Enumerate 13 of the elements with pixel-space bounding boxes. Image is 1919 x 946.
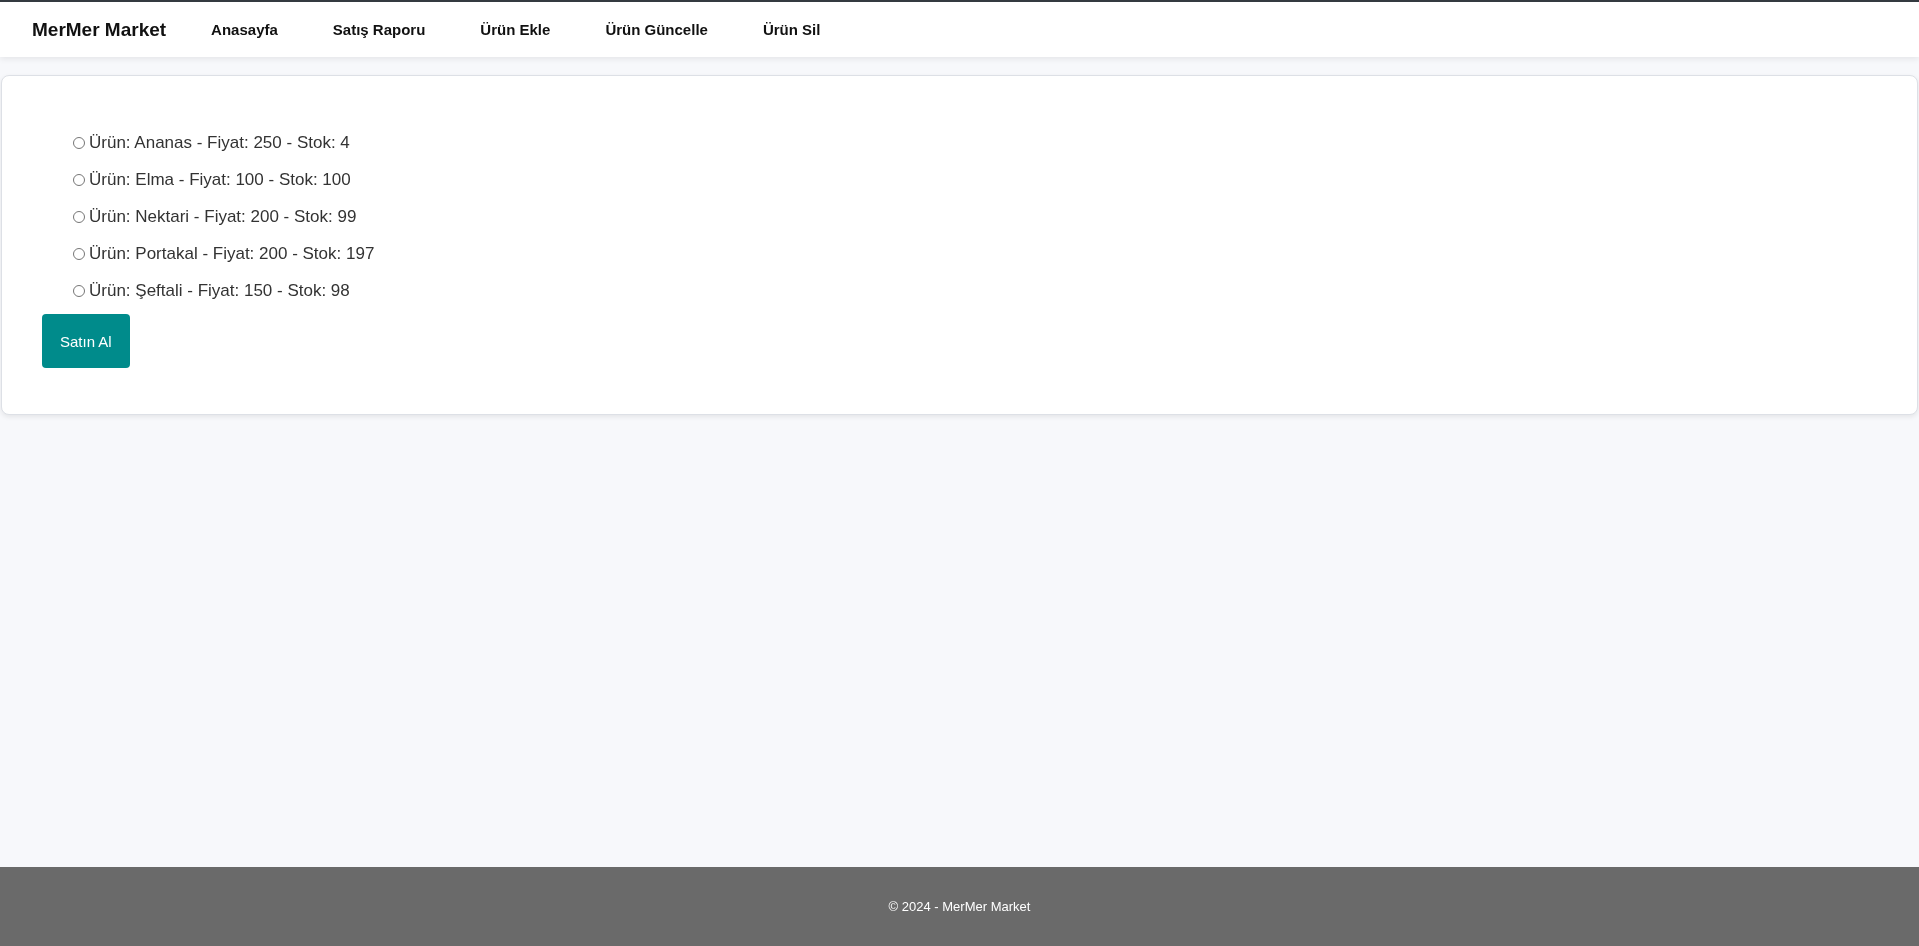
copyright-text: © 2024 - MerMer Market bbox=[888, 899, 1031, 914]
nav-link[interactable]: Ürün Sil bbox=[762, 21, 821, 38]
nav-link[interactable]: Ürün Ekle bbox=[480, 21, 551, 38]
nav-link[interactable]: Satış Raporu bbox=[332, 21, 426, 38]
brand-link[interactable]: MerMer Market bbox=[32, 18, 167, 41]
product-label[interactable]: Ürün: Şeftali - Fiyat: 150 - Stok: 98 bbox=[89, 280, 350, 301]
product-label[interactable]: Ürün: Ananas - Fiyat: 250 - Stok: 4 bbox=[89, 132, 350, 153]
nav-link[interactable]: Anasayfa bbox=[211, 21, 278, 38]
product-label[interactable]: Ürün: Portakal - Fiyat: 200 - Stok: 197 bbox=[89, 243, 375, 264]
nav-link[interactable]: Ürün Güncelle bbox=[605, 21, 708, 38]
buy-button[interactable]: Satın Al bbox=[42, 314, 130, 368]
product-label[interactable]: Ürün: Nektari - Fiyat: 200 - Stok: 99 bbox=[89, 206, 357, 227]
product-label[interactable]: Ürün: Elma - Fiyat: 100 - Stok: 100 bbox=[89, 169, 351, 190]
